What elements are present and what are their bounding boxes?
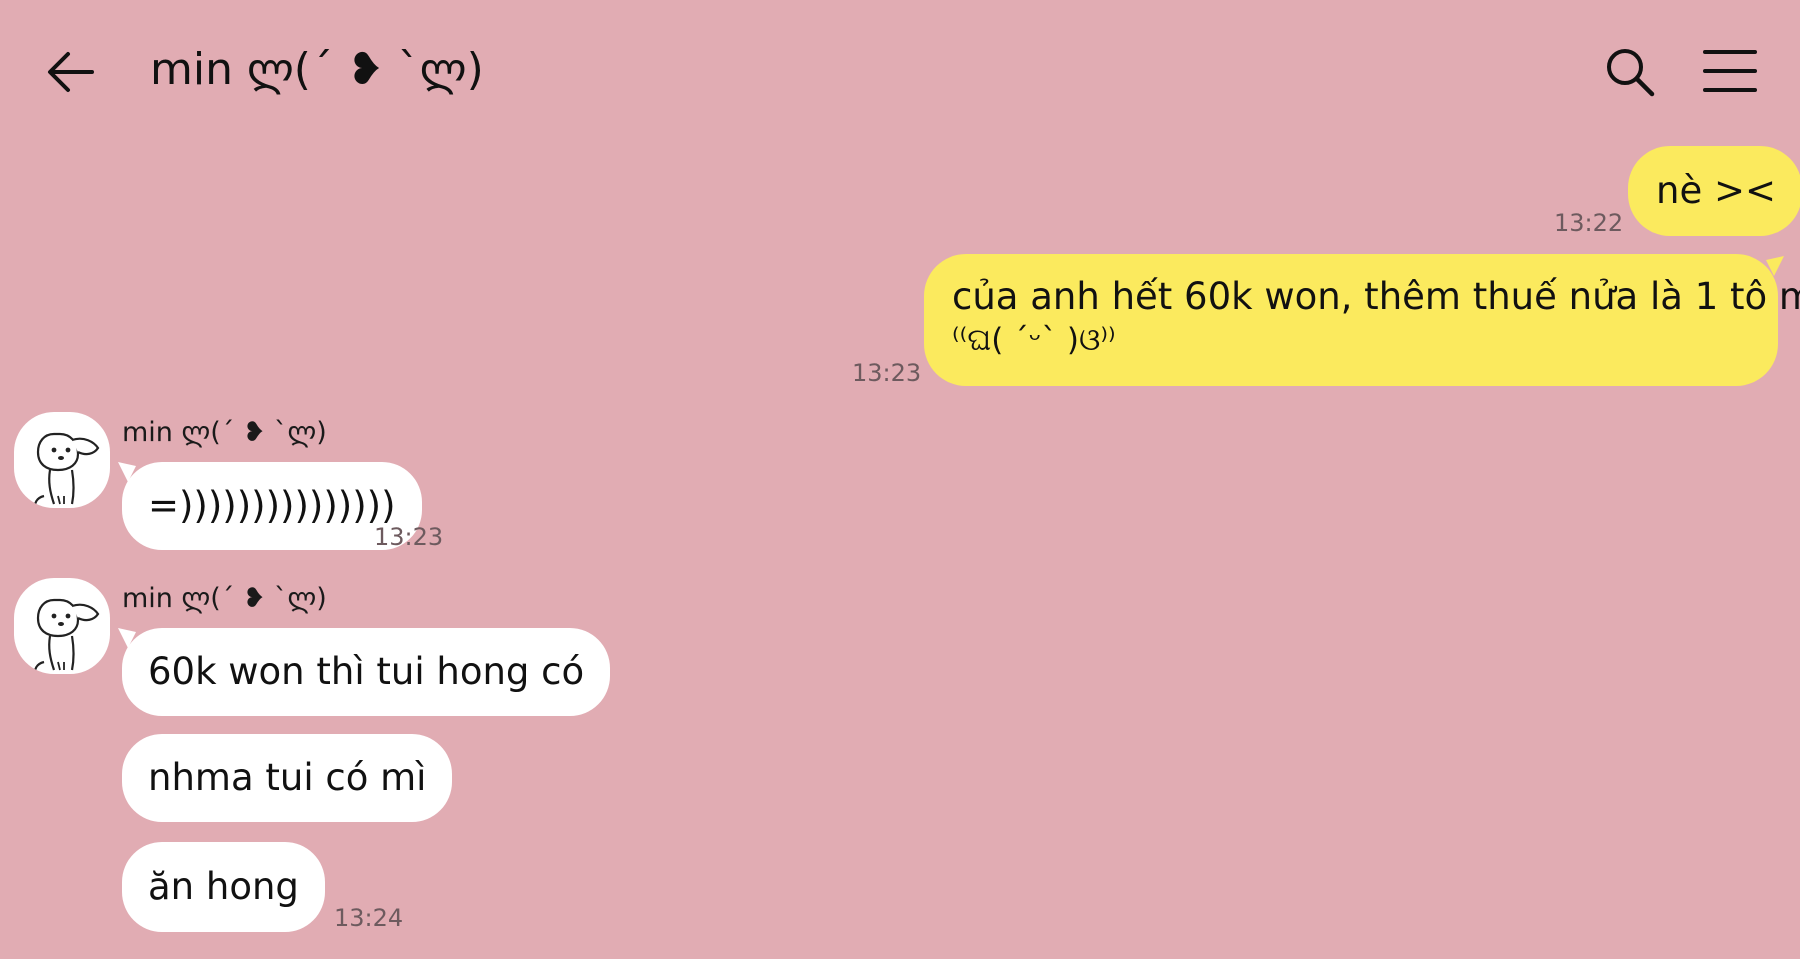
message-text: nhma tui có mì xyxy=(148,756,427,799)
incoming-message-bubble[interactable]: ăn hong xyxy=(122,842,325,932)
message-text: 60k won thì tui hong có xyxy=(148,650,585,693)
puppy-avatar-icon xyxy=(34,598,100,674)
hamburger-menu-icon[interactable] xyxy=(1702,48,1758,94)
message-timestamp: 13:22 xyxy=(1554,209,1624,237)
message-timestamp: 13:24 xyxy=(334,904,404,932)
message-timestamp: 13:23 xyxy=(374,523,444,551)
message-text-line: của anh hết 60k won, thêm thuế nửa là 1 … xyxy=(952,275,1800,318)
chat-header: min ლ(´ ❥ `ლ) xyxy=(0,0,1800,140)
message-text: ăn hong xyxy=(148,865,299,908)
sender-name: min ლ(´ ❥ `ლ) xyxy=(122,417,327,448)
message-timestamp: 13:23 xyxy=(852,359,922,387)
incoming-message-bubble[interactable]: 60k won thì tui hong có xyxy=(122,628,611,716)
puppy-avatar-icon xyxy=(34,432,100,508)
sender-name: min ლ(´ ❥ `ლ) xyxy=(122,583,327,614)
bubble-tail xyxy=(1766,256,1784,276)
contact-avatar[interactable] xyxy=(14,578,110,674)
contact-avatar[interactable] xyxy=(14,412,110,508)
chat-title: min ლ(´ ❥ `ლ) xyxy=(150,44,484,95)
search-icon[interactable] xyxy=(1604,46,1656,98)
message-text: =))))))))))))))) xyxy=(148,484,396,527)
outgoing-message-bubble[interactable]: nè >< xyxy=(1628,146,1800,236)
message-text: nè >< xyxy=(1656,169,1776,212)
incoming-message-bubble[interactable]: nhma tui có mì xyxy=(122,734,453,822)
message-emoticon-line: ⁽⁽ଘ( ˊᵕˋ )ଓ⁾⁾ xyxy=(952,322,1116,358)
arrow-left-icon[interactable] xyxy=(44,46,96,98)
outgoing-message-bubble[interactable]: của anh hết 60k won, thêm thuế nửa là 1 … xyxy=(924,254,1800,386)
